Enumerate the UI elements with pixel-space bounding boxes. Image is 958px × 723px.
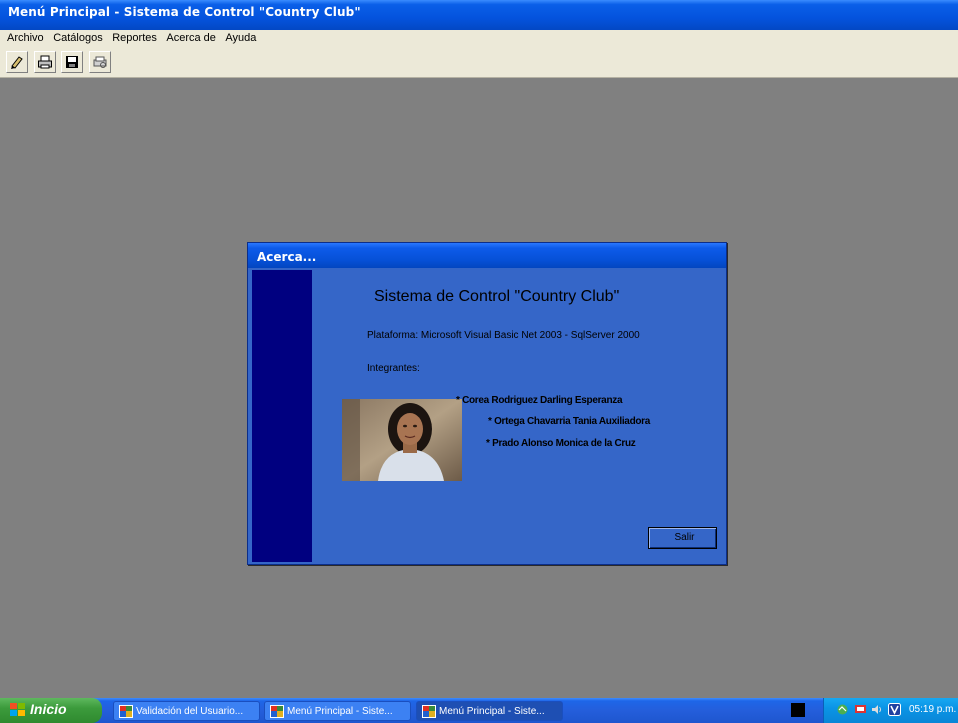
task-menu-principal-2[interactable]: Menú Principal - Siste... [416,701,563,721]
task-label: Menú Principal - Siste... [287,706,393,717]
start-button[interactable]: Inicio [0,698,102,723]
dialog-titlebar[interactable]: Acerca... [248,243,726,268]
toolbar [0,48,958,78]
exit-button-label: Salir [674,532,695,543]
edit-icon [11,56,23,69]
dialog-body: Sistema de Control "Country Club" Plataf… [248,268,726,564]
app-window-icon [270,705,284,718]
menu-archivo[interactable]: Archivo [4,31,47,45]
exit-button[interactable]: Salir [648,527,717,549]
network-icon[interactable] [836,703,849,716]
about-dialog: Acerca... Sistema de Control "Country Cl… [247,242,727,565]
menu-acerca-de[interactable]: Acerca de [163,31,219,45]
taskbar: Inicio Validación del Usuario... Menú Pr… [0,698,958,723]
printer-icon [37,55,52,69]
task-menu-principal-1[interactable]: Menú Principal - Siste... [264,701,411,721]
member-photo-image [342,399,462,481]
print-preview-button[interactable] [88,51,111,73]
antivirus-icon[interactable] [888,703,901,716]
menu-ayuda[interactable]: Ayuda [222,31,259,45]
window-titlebar[interactable]: Menú Principal - Sistema de Control "Cou… [0,0,958,30]
task-validacion-usuario[interactable]: Validación del Usuario... [113,701,260,721]
save-icon [66,56,78,68]
taskbar-black-square[interactable] [791,703,805,717]
menu-catalogos[interactable]: Catálogos [50,31,106,45]
member-photo [342,399,462,481]
menu-reportes[interactable]: Reportes [109,31,160,45]
task-label: Validación del Usuario... [136,706,244,717]
edit-button[interactable] [6,51,28,73]
print-preview-icon [93,56,106,68]
start-label: Inicio [30,701,67,717]
connection-icon[interactable] [854,703,867,716]
member-name-2: * Ortega Chavarria Tania Auxiliadora [488,416,651,427]
menu-bar: Archivo Catálogos Reportes Acerca de Ayu… [0,30,958,48]
member-name-1: * Corea Rodriguez Darling Esperanza [456,395,623,406]
members-label: Integrantes: [367,363,420,374]
app-window-icon [422,705,436,718]
window-title: Menú Principal - Sistema de Control "Cou… [8,5,361,19]
dialog-title: Acerca... [257,250,317,264]
volume-icon[interactable] [870,703,883,716]
platform-text: Plataforma: Microsoft Visual Basic Net 2… [367,330,640,341]
clock[interactable]: 05:19 p.m. [909,704,956,715]
save-button[interactable] [61,51,83,73]
app-window-icon [119,705,133,718]
task-label: Menú Principal - Siste... [439,706,545,717]
system-tray: 05:19 p.m. [823,698,958,723]
member-name-3: * Prado Alonso Monica de la Cruz [486,438,636,449]
windows-logo-icon [10,703,25,716]
dialog-sidebar [252,270,312,562]
dialog-heading: Sistema de Control "Country Club" [374,288,620,305]
print-button[interactable] [33,51,56,73]
